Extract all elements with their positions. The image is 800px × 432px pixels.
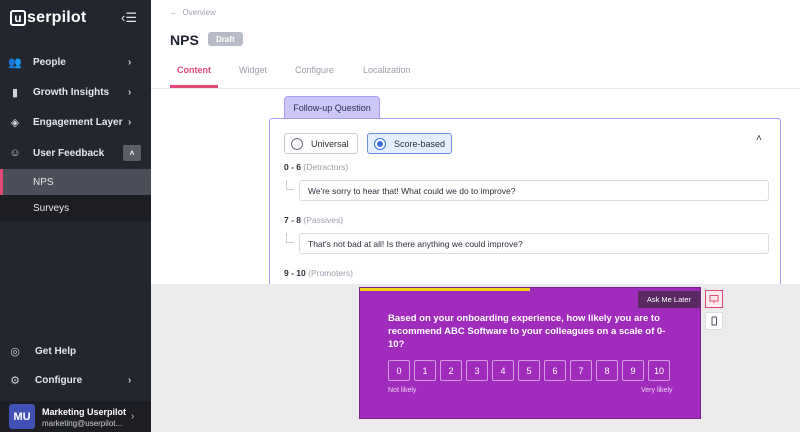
chevron-up-icon[interactable]: ˄ (756, 133, 762, 144)
desktop-preview-button[interactable] (705, 290, 723, 308)
status-badge: Draft (208, 32, 243, 46)
user-account[interactable]: MU Marketing Userpilot marketing@userpil… (0, 401, 151, 432)
sidebar-item-surveys[interactable]: Surveys (0, 195, 151, 221)
ask-me-later-button[interactable]: Ask Me Later (637, 291, 700, 308)
chevron-right-icon: › (128, 86, 132, 98)
score-button[interactable]: 4 (492, 360, 514, 381)
scale-low-label: Not likely (388, 387, 417, 394)
tree-connector (286, 233, 294, 243)
radio-selected-icon (374, 138, 386, 150)
layers-icon: ◈ (10, 116, 20, 129)
option-universal[interactable]: Universal (284, 133, 358, 154)
survey-question: Based on your onboarding experience, how… (388, 313, 666, 350)
score-button[interactable]: 6 (544, 360, 566, 381)
tree-connector (286, 180, 294, 190)
sidebar-item-growth-insights[interactable]: ▮ Growth Insights › (0, 77, 151, 107)
people-icon: 👥 (8, 56, 22, 69)
page-title: NPS (170, 32, 199, 48)
score-button[interactable]: 0 (388, 360, 410, 381)
chevron-right-icon: › (128, 56, 132, 68)
chevron-right-icon: › (128, 374, 132, 386)
score-button[interactable]: 10 (648, 360, 670, 381)
mobile-preview-button[interactable] (705, 312, 723, 330)
tab-content[interactable]: Content (177, 65, 211, 75)
nps-survey-preview: Ask Me Later Based on your onboarding ex… (359, 287, 701, 419)
score-button[interactable]: 8 (596, 360, 618, 381)
user-name: Marketing Userpilot (42, 407, 127, 417)
sidebar-item-get-help[interactable]: ◎ Get Help (0, 336, 151, 366)
arrow-left-icon: ← (170, 8, 178, 17)
sidebar: u serpilot ‹☰ 👥 People › ▮ Growth Insight… (0, 0, 151, 432)
score-button[interactable]: 5 (518, 360, 540, 381)
sidebar-item-nps[interactable]: NPS (0, 169, 151, 195)
avatar: MU (9, 404, 35, 429)
gear-icon: ⚙ (10, 374, 20, 387)
sidebar-item-engagement-layer[interactable]: ◈ Engagement Layer › (0, 107, 151, 137)
chevron-right-icon: › (131, 411, 135, 422)
sidebar-item-configure[interactable]: ⚙ Configure › (0, 365, 151, 395)
tab-widget[interactable]: Widget (239, 65, 267, 75)
collapse-sidebar-icon[interactable]: ‹☰ (121, 10, 141, 26)
range-passives: 7 - 8 (Passives) (284, 215, 344, 225)
range-promoters: 9 - 10 (Promoters) (284, 268, 353, 278)
score-button[interactable]: 1 (414, 360, 436, 381)
section-tab-follow-up[interactable]: Follow-up Question (284, 96, 380, 118)
score-button[interactable]: 7 (570, 360, 592, 381)
radio-icon (291, 138, 303, 150)
back-link[interactable]: ← Overview (170, 8, 216, 17)
option-score-based[interactable]: Score-based (367, 133, 452, 154)
tab-localization[interactable]: Localization (363, 65, 411, 75)
user-email: marketing@userpilot... (42, 419, 123, 428)
chevron-right-icon: › (128, 116, 132, 128)
follow-up-card: Universal Score-based ˄ 0 - 6 (Detractor… (269, 118, 781, 288)
score-scale: 0 1 2 3 4 5 6 7 8 9 10 (388, 360, 670, 381)
chevron-up-icon[interactable]: ˄ (123, 145, 141, 161)
desktop-icon (709, 295, 719, 303)
score-button[interactable]: 2 (440, 360, 462, 381)
detractors-message-input[interactable]: We're sorry to hear that! What could we … (299, 180, 769, 201)
tab-configure[interactable]: Configure (295, 65, 334, 75)
help-icon: ◎ (10, 345, 20, 358)
smiley-icon: ☺ (9, 147, 21, 159)
range-detractors: 0 - 6 (Detractors) (284, 162, 349, 172)
progress-bar (360, 288, 530, 291)
mobile-icon (711, 316, 717, 326)
sidebar-item-people[interactable]: 👥 People › (0, 47, 151, 77)
userpilot-logo[interactable]: u serpilot (10, 9, 86, 27)
scale-high-label: Very likely (641, 387, 673, 394)
sidebar-item-user-feedback[interactable]: ☺ User Feedback ˄ (0, 138, 151, 168)
score-button[interactable]: 9 (622, 360, 644, 381)
bar-chart-icon: ▮ (11, 86, 19, 99)
passives-message-input[interactable]: That's not bad at all! Is there anything… (299, 233, 769, 254)
score-button[interactable]: 3 (466, 360, 488, 381)
divider (151, 88, 800, 89)
